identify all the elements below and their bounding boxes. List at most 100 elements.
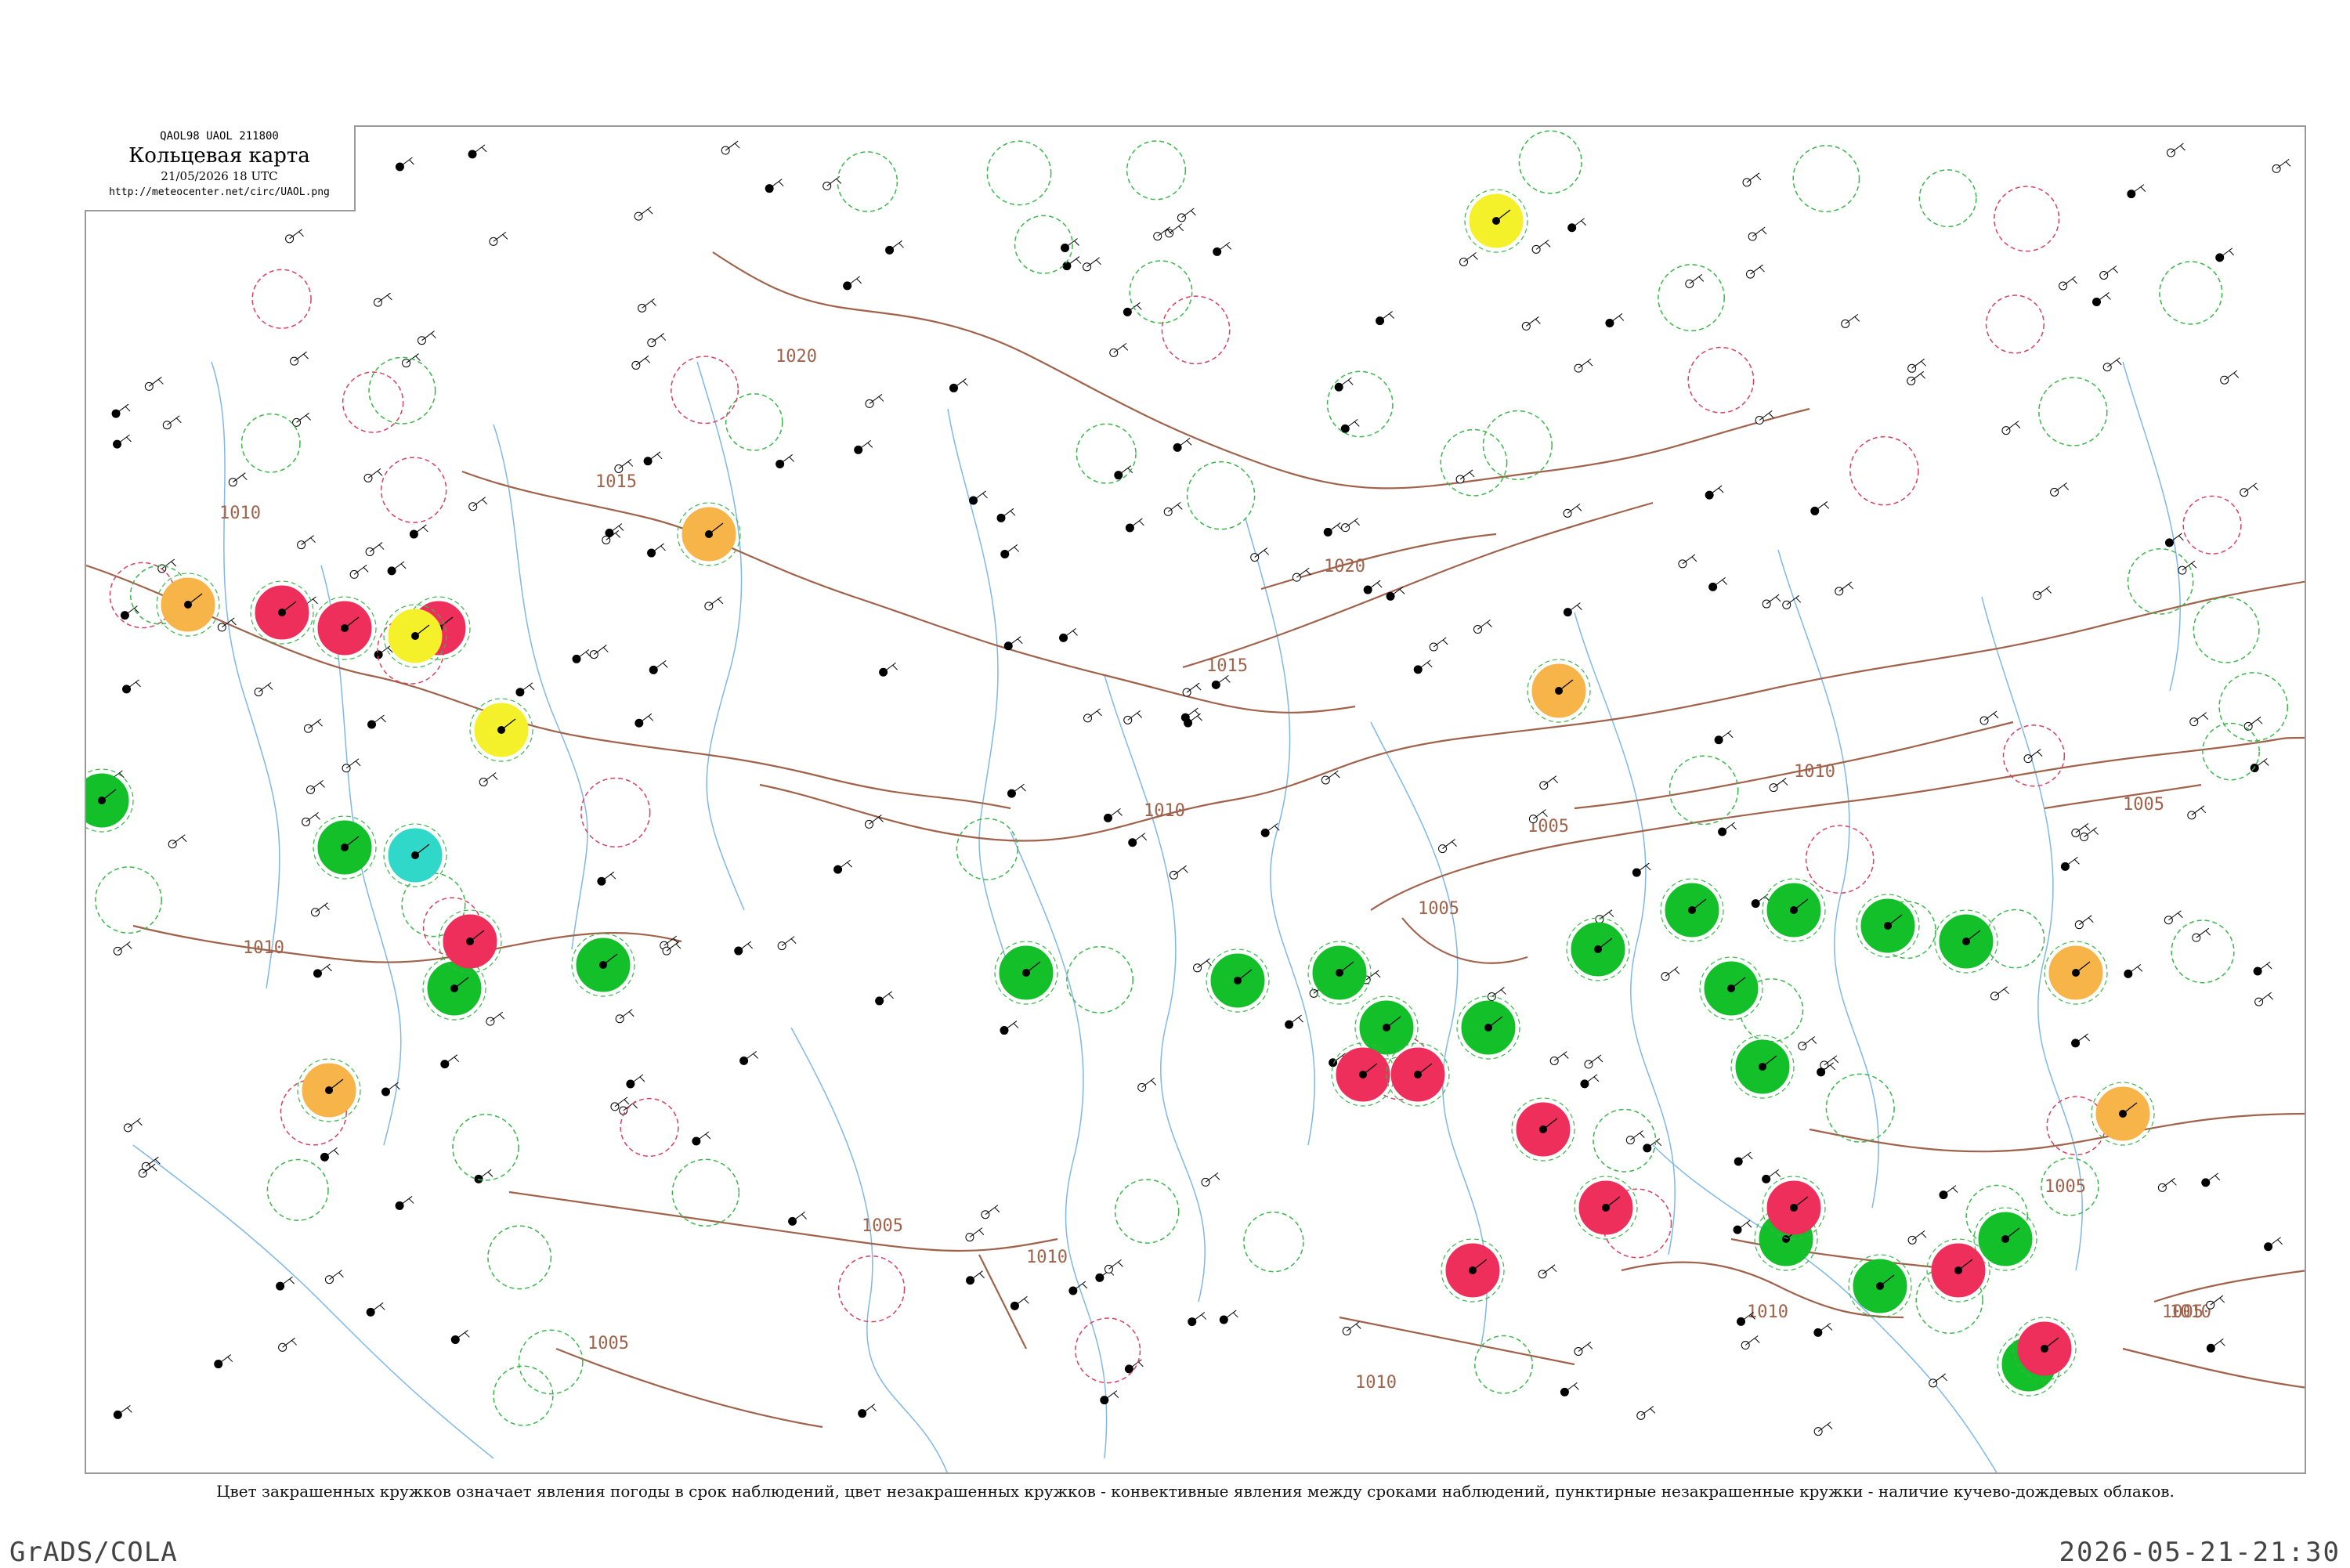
station-plot: [1182, 682, 1202, 697]
station-plot: [1061, 238, 1079, 252]
station-plot: [409, 524, 428, 539]
station-plot: [2166, 143, 2186, 157]
station-plot: [572, 649, 591, 663]
station-plot: [638, 298, 656, 313]
station-plot: [2023, 749, 2043, 764]
isobar-line: [86, 564, 1011, 810]
station-plot: [589, 645, 609, 659]
station-plot: [1177, 208, 1196, 222]
weather-circle-orange: [2044, 941, 2108, 1005]
station-plot: [320, 1147, 339, 1162]
station-plot: [2254, 992, 2273, 1006]
station-plot: [1083, 708, 1102, 723]
station-plot: [310, 902, 330, 917]
station-plot: [302, 811, 320, 826]
isobar-label: 1010: [1355, 1373, 1397, 1393]
station-plot: [1708, 576, 1727, 591]
weather-circle-green: [1456, 995, 1520, 1060]
cb-ring: [2002, 724, 2066, 787]
station-plot: [643, 451, 663, 466]
station-plot: [647, 543, 666, 558]
station-plot: [1929, 1373, 1948, 1388]
station-plot: [1746, 264, 1765, 279]
cb-ring: [1076, 423, 1137, 484]
station-plot: [1459, 252, 1478, 266]
cb-ring: [1161, 295, 1231, 365]
weather-circle-green: [313, 815, 377, 880]
station-plot: [2124, 964, 2143, 978]
station-plot: [776, 454, 794, 468]
station-plot: [1580, 1074, 1600, 1089]
station-plot: [1169, 865, 1188, 880]
isobar-line: [712, 251, 1810, 490]
isobar-label: 1010: [243, 938, 284, 958]
station-plot: [468, 497, 488, 511]
station-plot: [1574, 358, 1593, 373]
station-plot: [1939, 1185, 1958, 1200]
station-plot: [1714, 730, 1734, 745]
station-plot: [1100, 1390, 1119, 1405]
station-plot: [395, 157, 414, 172]
weather-circle-green: [1660, 878, 1724, 942]
station-plot: [1363, 580, 1383, 594]
cb-ring: [1114, 1179, 1180, 1244]
station-plot: [1531, 239, 1551, 254]
station-plot: [2264, 1237, 2283, 1252]
station-plot: [1521, 316, 1541, 331]
station-plot: [1103, 807, 1123, 822]
station-plot: [2250, 758, 2269, 773]
cb-ring: [2193, 596, 2260, 663]
station-plot: [1762, 594, 1781, 609]
station-plot: [2092, 292, 2111, 306]
station-plot: [1083, 257, 1101, 272]
station-plot: [1342, 1321, 1361, 1336]
station-plot: [2192, 927, 2211, 942]
station-plot: [843, 276, 862, 291]
station-plot: [1636, 1405, 1656, 1420]
cb-ring: [2202, 722, 2260, 781]
cb-ring: [956, 818, 1019, 880]
river-line: [1245, 518, 1315, 1146]
station-plot: [1180, 707, 1200, 722]
weather-circle-green: [1206, 948, 1270, 1013]
cb-ring: [452, 1114, 519, 1181]
isobar-label: 1010: [2170, 1302, 2211, 1322]
station-plot: [157, 558, 177, 573]
station-plot: [1539, 775, 1559, 790]
footer-timestamp: 2026-05-21-21:30: [2059, 1537, 2341, 1568]
weather-circle-red: [1574, 1176, 1638, 1240]
source-url[interactable]: http://meteocenter.net/circ/UAOL.png: [85, 186, 354, 198]
station-plot: [626, 1074, 645, 1089]
cb-ring: [1186, 461, 1256, 530]
station-plot: [981, 1205, 1000, 1219]
cb-ring: [240, 413, 301, 473]
weather-circle-yellow: [469, 698, 533, 762]
cb-ring: [380, 457, 447, 523]
station-plot: [417, 331, 436, 345]
cb-ring: [368, 356, 436, 425]
station-plot: [1549, 1051, 1569, 1065]
station-plot: [879, 662, 898, 677]
station-plot: [2059, 276, 2077, 291]
cb-ring: [1918, 169, 1977, 228]
station-plot: [1260, 822, 1280, 837]
cb-ring: [1518, 130, 1582, 194]
station-plot: [349, 565, 369, 579]
station-plot: [365, 542, 385, 557]
station-plot: [324, 1270, 344, 1284]
station-plot: [1990, 986, 2009, 1001]
cb-ring: [1658, 264, 1725, 331]
station-plot: [739, 1050, 758, 1065]
station-plot: [111, 403, 131, 418]
station-plot: [1718, 822, 1737, 836]
station-plot: [1429, 637, 1448, 652]
station-plot: [1813, 1422, 1833, 1436]
station-plot: [1741, 1335, 1760, 1350]
weather-circle-red: [1441, 1238, 1505, 1302]
isobar-line: [2153, 1270, 2305, 1303]
river-line: [1104, 674, 1206, 1302]
station-plot: [2206, 1338, 2225, 1353]
station-plot: [1678, 554, 1697, 569]
isobar-label: 1005: [862, 1216, 903, 1236]
station-plot: [2099, 266, 2119, 280]
